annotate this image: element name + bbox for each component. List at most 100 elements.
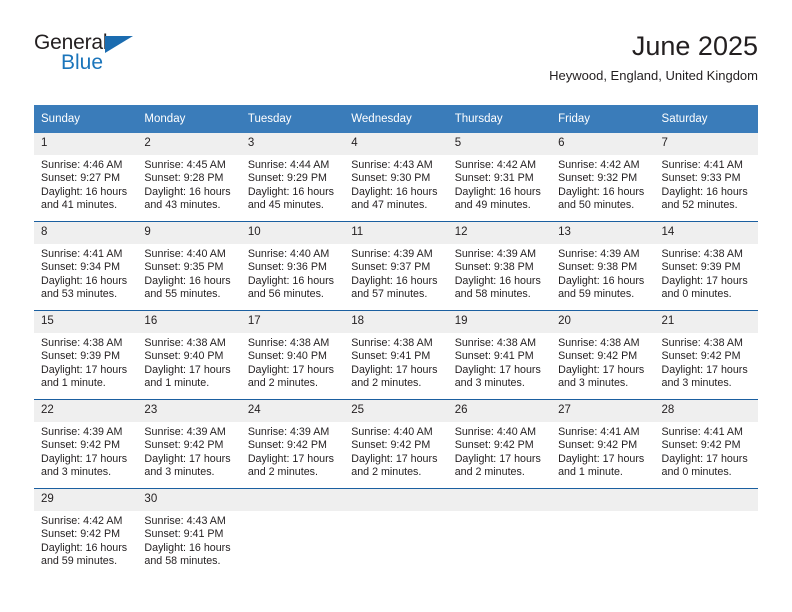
day-details: Sunrise: 4:39 AM Sunset: 9:42 PM Daylight:…: [34, 422, 137, 480]
calendar-day-cell[interactable]: 2 Sunrise: 4:45 AM Sunset: 9:28 PM Daylight…: [137, 133, 241, 222]
calendar-cell-inner: 26 Sunrise: 4:40 AM Sunset: 9:42 PM Dayligh…: [447, 400, 552, 488]
sunset-text: Sunset: 9:40 PM: [144, 350, 224, 363]
day-number: 25: [344, 400, 448, 422]
sunrise-text: Sunrise: 4:39 AM: [454, 248, 537, 260]
daylight-text: Daylight: 16 hours and 56 minutes.: [247, 274, 334, 301]
day-details: Sunrise: 4:38 AM Sunset: 9:42 PM Daylight:…: [655, 333, 758, 391]
calendar-cell-empty: [447, 488, 552, 577]
calendar-day-cell[interactable]: 10 Sunrise: 4:40 AM Sunset: 9:36 PM Dayligh…: [240, 221, 345, 311]
daylight-text: Daylight: 17 hours and 2 minutes.: [247, 363, 334, 390]
calendar-day-cell[interactable]: 7 Sunrise: 4:41 AM Sunset: 9:33 PM Daylight…: [654, 133, 758, 222]
day-number: 5: [447, 133, 552, 155]
day-details: Sunrise: 4:39 AM Sunset: 9:38 PM Daylight:…: [448, 244, 551, 302]
sunset-text: Sunset: 9:42 PM: [558, 439, 638, 452]
calendar-cell-inner: 12 Sunrise: 4:39 AM Sunset: 9:38 PM Dayligh…: [447, 222, 552, 310]
daylight-text: Daylight: 17 hours and 2 minutes.: [351, 363, 438, 390]
calendar-day-cell[interactable]: 20 Sunrise: 4:38 AM Sunset: 9:42 PM Dayligh…: [551, 310, 655, 400]
daylight-text: Daylight: 16 hours and 49 minutes.: [454, 185, 541, 212]
calendar-cell-inner: 3 Sunrise: 4:44 AM Sunset: 9:29 PM Daylight…: [240, 133, 345, 221]
day-number: 20: [551, 311, 655, 333]
sunset-text: Sunset: 9:42 PM: [41, 528, 121, 541]
weekday-header-tuesday: Tuesday: [240, 105, 345, 133]
calendar-cell-inner: 30 Sunrise: 4:43 AM Sunset: 9:41 PM Dayligh…: [137, 489, 241, 577]
calendar-day-cell[interactable]: 26 Sunrise: 4:40 AM Sunset: 9:42 PM Dayligh…: [447, 399, 552, 489]
calendar-day-cell[interactable]: 17 Sunrise: 4:38 AM Sunset: 9:40 PM Dayligh…: [240, 310, 345, 400]
calendar-cell-inner: 8 Sunrise: 4:41 AM Sunset: 9:34 PM Daylight…: [34, 222, 138, 310]
calendar-day-cell[interactable]: 21 Sunrise: 4:38 AM Sunset: 9:42 PM Dayligh…: [654, 310, 758, 400]
weekday-header-saturday: Saturday: [654, 105, 758, 133]
calendar-cell-empty: [551, 488, 655, 577]
logo-triangle-icon: [105, 36, 133, 53]
calendar-cell-inner: [240, 489, 345, 577]
sunset-text: Sunset: 9:31 PM: [454, 172, 534, 185]
day-details: Sunrise: 4:38 AM Sunset: 9:40 PM Daylight:…: [137, 333, 240, 391]
sunrise-text: Sunrise: 4:40 AM: [144, 248, 226, 260]
day-details: Sunrise: 4:38 AM Sunset: 9:40 PM Daylight:…: [241, 333, 344, 391]
sunset-text: Sunset: 9:38 PM: [454, 261, 534, 274]
day-number: 28: [654, 400, 758, 422]
calendar-day-cell[interactable]: 6 Sunrise: 4:42 AM Sunset: 9:32 PM Daylight…: [551, 133, 655, 222]
daylight-text: Daylight: 16 hours and 52 minutes.: [661, 185, 748, 212]
calendar-day-cell[interactable]: 23 Sunrise: 4:39 AM Sunset: 9:42 PM Dayligh…: [137, 399, 241, 489]
calendar-week-row: 29 Sunrise: 4:42 AM Sunset: 9:42 PM Dayligh…: [34, 488, 758, 577]
day-details: Sunrise: 4:41 AM Sunset: 9:33 PM Daylight:…: [655, 155, 758, 213]
day-number: 7: [654, 133, 758, 155]
daylight-text: Daylight: 17 hours and 0 minutes.: [661, 274, 748, 301]
page-header: General Blue June 2025 Heywood, England,…: [34, 30, 758, 92]
sunrise-text: Sunrise: 4:38 AM: [661, 248, 743, 260]
calendar-day-cell[interactable]: 4 Sunrise: 4:43 AM Sunset: 9:30 PM Daylight…: [344, 133, 448, 222]
calendar-day-cell[interactable]: 22 Sunrise: 4:39 AM Sunset: 9:42 PM Dayligh…: [34, 399, 138, 489]
calendar-day-cell[interactable]: 27 Sunrise: 4:41 AM Sunset: 9:42 PM Dayligh…: [551, 399, 655, 489]
calendar-cell-inner: 24 Sunrise: 4:39 AM Sunset: 9:42 PM Dayligh…: [240, 400, 345, 488]
calendar-day-cell[interactable]: 12 Sunrise: 4:39 AM Sunset: 9:38 PM Dayligh…: [447, 221, 552, 311]
sunrise-text: Sunrise: 4:44 AM: [247, 159, 330, 171]
calendar-day-cell[interactable]: 15 Sunrise: 4:38 AM Sunset: 9:39 PM Dayligh…: [34, 310, 138, 400]
day-number: 30: [137, 489, 241, 511]
calendar-cell-inner: 22 Sunrise: 4:39 AM Sunset: 9:42 PM Dayligh…: [34, 400, 138, 488]
calendar-day-cell[interactable]: 9 Sunrise: 4:40 AM Sunset: 9:35 PM Daylight…: [137, 221, 241, 311]
sunrise-text: Sunrise: 4:41 AM: [41, 248, 123, 260]
calendar-cell-inner: 19 Sunrise: 4:38 AM Sunset: 9:41 PM Dayligh…: [447, 311, 552, 399]
calendar-day-cell[interactable]: 30 Sunrise: 4:43 AM Sunset: 9:41 PM Dayligh…: [137, 488, 241, 577]
day-details: Sunrise: 4:38 AM Sunset: 9:39 PM Daylight:…: [34, 333, 137, 391]
calendar-week-row: 1 Sunrise: 4:46 AM Sunset: 9:27 PM Daylight…: [34, 133, 758, 222]
day-number: 27: [551, 400, 655, 422]
sunrise-text: Sunrise: 4:45 AM: [144, 159, 226, 171]
calendar-day-cell[interactable]: 29 Sunrise: 4:42 AM Sunset: 9:42 PM Dayligh…: [34, 488, 138, 577]
sunset-text: Sunset: 9:28 PM: [144, 172, 224, 185]
calendar-week-row: 22 Sunrise: 4:39 AM Sunset: 9:42 PM Dayligh…: [34, 399, 758, 489]
day-number: 9: [137, 222, 241, 244]
sunset-text: Sunset: 9:36 PM: [247, 261, 327, 274]
sunrise-text: Sunrise: 4:42 AM: [41, 515, 123, 527]
calendar-day-cell[interactable]: 5 Sunrise: 4:42 AM Sunset: 9:31 PM Daylight…: [447, 133, 552, 222]
day-details: Sunrise: 4:40 AM Sunset: 9:42 PM Daylight:…: [344, 422, 447, 480]
calendar-day-cell[interactable]: 1 Sunrise: 4:46 AM Sunset: 9:27 PM Daylight…: [34, 133, 138, 222]
calendar-day-cell[interactable]: 11 Sunrise: 4:39 AM Sunset: 9:37 PM Dayligh…: [344, 221, 448, 311]
daylight-text: Daylight: 17 hours and 1 minute.: [144, 363, 231, 390]
calendar-day-cell[interactable]: 24 Sunrise: 4:39 AM Sunset: 9:42 PM Dayligh…: [240, 399, 345, 489]
sunset-text: Sunset: 9:33 PM: [661, 172, 741, 185]
sunset-text: Sunset: 9:37 PM: [351, 261, 431, 274]
calendar-day-cell[interactable]: 3 Sunrise: 4:44 AM Sunset: 9:29 PM Daylight…: [240, 133, 345, 222]
sunrise-text: Sunrise: 4:38 AM: [454, 337, 537, 349]
sunrise-text: Sunrise: 4:38 AM: [247, 337, 330, 349]
sunrise-text: Sunrise: 4:41 AM: [558, 426, 640, 438]
day-details: Sunrise: 4:38 AM Sunset: 9:41 PM Daylight:…: [344, 333, 447, 391]
weekday-header-thursday: Thursday: [447, 105, 552, 133]
sunset-text: Sunset: 9:39 PM: [661, 261, 741, 274]
calendar-day-cell[interactable]: 16 Sunrise: 4:38 AM Sunset: 9:40 PM Dayligh…: [137, 310, 241, 400]
calendar-cell-inner: 20 Sunrise: 4:38 AM Sunset: 9:42 PM Dayligh…: [551, 311, 655, 399]
calendar-day-cell[interactable]: 8 Sunrise: 4:41 AM Sunset: 9:34 PM Daylight…: [34, 221, 138, 311]
sunset-text: Sunset: 9:42 PM: [351, 439, 431, 452]
calendar-day-cell[interactable]: 19 Sunrise: 4:38 AM Sunset: 9:41 PM Dayligh…: [447, 310, 552, 400]
day-details: Sunrise: 4:43 AM Sunset: 9:30 PM Daylight:…: [344, 155, 447, 213]
sunset-text: Sunset: 9:27 PM: [41, 172, 121, 185]
sunset-text: Sunset: 9:30 PM: [351, 172, 431, 185]
calendar-day-cell[interactable]: 28 Sunrise: 4:41 AM Sunset: 9:42 PM Dayligh…: [654, 399, 758, 489]
calendar-day-cell[interactable]: 18 Sunrise: 4:38 AM Sunset: 9:41 PM Dayligh…: [344, 310, 448, 400]
calendar-day-cell[interactable]: 14 Sunrise: 4:38 AM Sunset: 9:39 PM Dayligh…: [654, 221, 758, 311]
daylight-text: Daylight: 16 hours and 50 minutes.: [558, 185, 645, 212]
sunset-text: Sunset: 9:38 PM: [558, 261, 638, 274]
calendar-day-cell[interactable]: 13 Sunrise: 4:39 AM Sunset: 9:38 PM Dayligh…: [551, 221, 655, 311]
calendar-day-cell[interactable]: 25 Sunrise: 4:40 AM Sunset: 9:42 PM Dayligh…: [344, 399, 448, 489]
